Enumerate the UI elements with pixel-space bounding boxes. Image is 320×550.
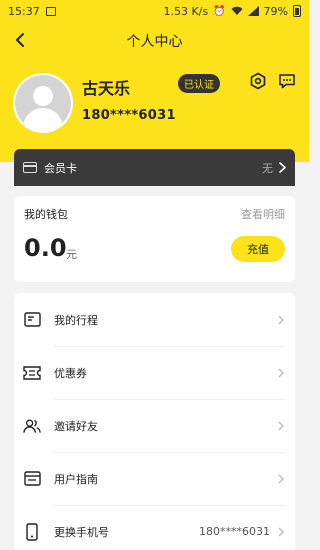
menu-item-label: 用户指南: [54, 472, 98, 486]
avatar-placeholder-icon: [15, 75, 71, 131]
phone-icon: [23, 522, 41, 541]
user-phone: 180****6031: [82, 108, 176, 123]
wallet-title: 我的钱包: [24, 208, 68, 221]
chevron-right-icon: [278, 473, 286, 485]
wallet-balance: 0.0: [24, 234, 67, 262]
member-card-value: 无: [262, 161, 273, 175]
chevron-left-icon: [16, 33, 24, 47]
nav-bar: 个人中心: [0, 22, 309, 60]
alarm-icon: ⏰: [213, 5, 226, 17]
menu-item-user-guide[interactable]: 用户指南: [14, 452, 295, 505]
menu-item-label: 更换手机号: [54, 525, 109, 539]
status-bar: 15:37 1.53 K/s ⏰ 79%: [0, 0, 309, 22]
verified-badge: 已认证: [178, 74, 220, 93]
menu-item-change-phone[interactable]: 更换手机号 180****6031: [14, 505, 295, 550]
battery-percent: 79%: [263, 4, 288, 18]
signal-icon: [247, 6, 259, 16]
guide-icon: [23, 470, 41, 488]
settings-button[interactable]: [248, 71, 268, 91]
battery-icon: [293, 5, 301, 17]
menu-item-trips[interactable]: 我的行程: [14, 293, 295, 346]
network-speed: 1.53 K/s: [163, 4, 209, 18]
gear-icon: [250, 72, 266, 90]
card-icon: [23, 162, 37, 173]
chevron-right-icon: [278, 526, 286, 538]
wifi-icon: [231, 6, 243, 15]
menu-item-label: 优惠券: [54, 366, 87, 380]
back-button[interactable]: [10, 30, 30, 50]
recharge-button[interactable]: 充值: [231, 236, 285, 262]
member-card-label: 会员卡: [44, 161, 77, 175]
wallet-card: 我的钱包 查看明细 0.0 元 充值: [14, 196, 295, 282]
member-card-row[interactable]: 会员卡 无: [14, 149, 295, 186]
menu-item-label: 邀请好友: [54, 419, 98, 433]
page-title: 个人中心: [126, 34, 183, 50]
user-name: 古天乐: [82, 79, 131, 98]
image-notification-icon: [45, 6, 56, 16]
status-time: 15:37: [8, 4, 40, 18]
menu-item-invite-friends[interactable]: 邀请好友: [14, 399, 295, 452]
menu-list: 我的行程 优惠券 邀请好友 用户指南 更换手机号 180****6031: [14, 293, 295, 550]
chevron-right-icon: [278, 367, 286, 379]
wallet-unit: 元: [66, 248, 77, 261]
menu-item-coupons[interactable]: 优惠券: [14, 346, 295, 399]
message-button[interactable]: [277, 71, 297, 91]
menu-item-label: 我的行程: [54, 313, 98, 327]
message-icon: [279, 74, 295, 89]
invite-friends-icon: [23, 417, 41, 435]
chevron-right-icon: [279, 162, 286, 173]
trip-icon: [23, 311, 41, 329]
wallet-detail-link[interactable]: 查看明细: [241, 206, 285, 222]
chevron-right-icon: [278, 420, 286, 432]
chevron-right-icon: [278, 314, 286, 326]
menu-item-value: 180****6031: [199, 525, 270, 538]
coupon-icon: [23, 364, 41, 382]
avatar[interactable]: [13, 73, 73, 133]
